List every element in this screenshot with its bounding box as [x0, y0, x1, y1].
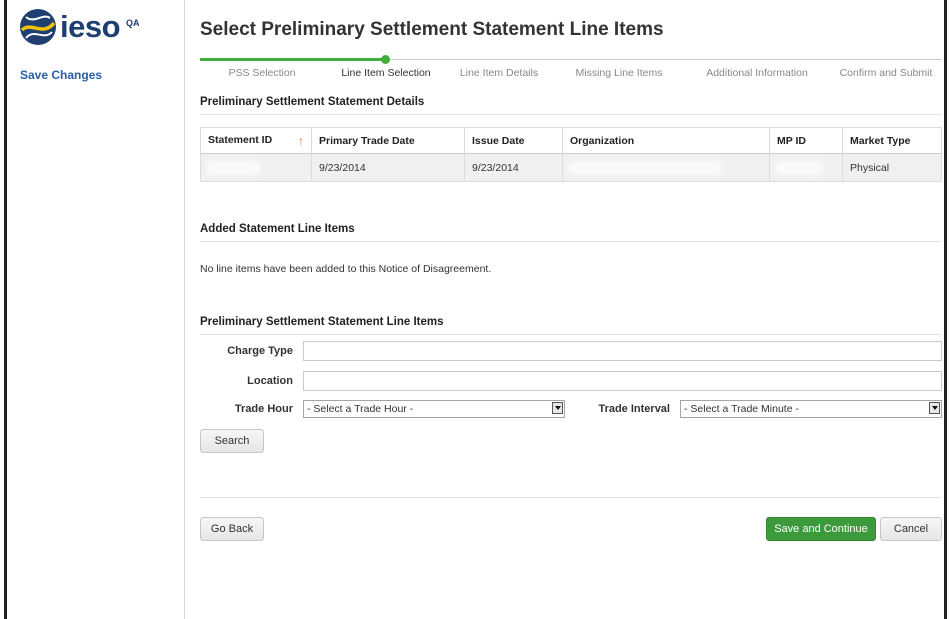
sidebar: ieso QA Save Changes	[7, 0, 185, 619]
no-line-items-message: No line items have been added to this No…	[200, 263, 492, 275]
column-header-statement-id[interactable]: Statement ID ↑	[200, 127, 312, 154]
cell-mp-id	[769, 153, 843, 182]
details-section-title: Preliminary Settlement Statement Details	[200, 96, 425, 108]
globe-logo-icon	[20, 9, 56, 45]
wizard-step-line-item-selection[interactable]: Line Item Selection	[341, 67, 430, 79]
ieso-logo: ieso QA	[19, 8, 140, 46]
divider	[200, 334, 942, 335]
redacted-value	[777, 162, 821, 173]
location-input[interactable]	[303, 371, 942, 391]
wizard-step-missing-line-items[interactable]: Missing Line Items	[576, 67, 663, 79]
column-header-organization[interactable]: Organization	[562, 127, 770, 154]
redacted-value	[570, 162, 720, 173]
cell-issue-date: 9/23/2014	[464, 153, 563, 182]
logo-text: ieso	[60, 9, 121, 44]
environment-badge: QA	[126, 18, 140, 28]
save-and-continue-button[interactable]: Save and Continue	[766, 517, 876, 541]
redacted-value	[208, 162, 258, 173]
table-header-row: Statement ID ↑ Primary Trade Date Issue D…	[200, 127, 942, 154]
trade-interval-select[interactable]: - Select a Trade Minute -	[680, 400, 942, 418]
page-title: Select Preliminary Settlement Statement …	[200, 19, 664, 40]
table-row[interactable]: 9/23/2014 9/23/2014 Physical	[200, 153, 942, 182]
trade-interval-selected-value: - Select a Trade Minute -	[684, 403, 799, 415]
divider	[200, 241, 942, 242]
wizard-progress-fill	[200, 58, 386, 61]
wizard-step-additional-information[interactable]: Additional Information	[706, 67, 808, 79]
column-header-primary-trade-date[interactable]: Primary Trade Date	[311, 127, 465, 154]
statement-details-table: Statement ID ↑ Primary Trade Date Issue D…	[200, 127, 942, 182]
dropdown-arrow-icon[interactable]	[929, 402, 940, 414]
cell-market-type: Physical	[842, 153, 942, 182]
wizard-step-confirm-and-submit[interactable]: Confirm and Submit	[840, 67, 933, 79]
column-header-mp-id[interactable]: MP ID	[769, 127, 843, 154]
go-back-button[interactable]: Go Back	[200, 517, 264, 541]
added-items-section-title: Added Statement Line Items	[200, 223, 355, 235]
divider	[200, 114, 942, 115]
dropdown-arrow-icon[interactable]	[552, 402, 563, 414]
cell-statement-id	[200, 153, 312, 182]
trade-hour-selected-value: - Select a Trade Hour -	[307, 403, 414, 415]
wizard-step-line-item-details[interactable]: Line Item Details	[460, 67, 538, 79]
cell-organization	[562, 153, 770, 182]
cancel-button[interactable]: Cancel	[880, 517, 942, 541]
trade-interval-label: Trade Interval	[598, 403, 670, 415]
charge-type-input[interactable]	[303, 341, 942, 361]
sort-ascending-icon: ↑	[298, 133, 304, 148]
column-header-issue-date[interactable]: Issue Date	[464, 127, 563, 154]
wizard-current-marker	[381, 55, 390, 64]
wizard-progress: PSS Selection Line Item Selection Line I…	[200, 55, 942, 85]
charge-type-label: Charge Type	[227, 345, 293, 357]
save-changes-link[interactable]: Save Changes	[20, 68, 102, 82]
divider	[200, 497, 942, 498]
trade-hour-label: Trade Hour	[234, 403, 293, 415]
column-header-market-type[interactable]: Market Type	[842, 127, 942, 154]
search-section-title: Preliminary Settlement Statement Line It…	[200, 316, 444, 328]
cell-primary-trade-date: 9/23/2014	[311, 153, 465, 182]
trade-hour-select[interactable]: - Select a Trade Hour -	[303, 400, 565, 418]
wizard-step-pss-selection[interactable]: PSS Selection	[228, 67, 295, 79]
search-button[interactable]: Search	[200, 429, 264, 453]
location-label: Location	[247, 375, 293, 387]
